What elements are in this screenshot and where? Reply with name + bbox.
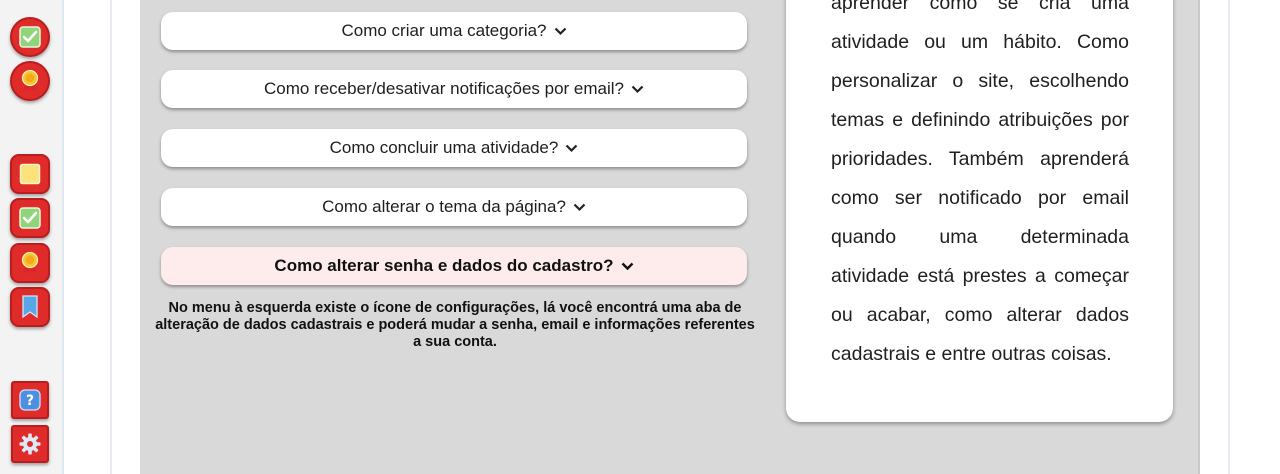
help-icon: ? xyxy=(19,389,41,411)
chevron-down-icon xyxy=(554,27,566,35)
faq-question: Como alterar o tema da página? xyxy=(322,197,566,216)
faq-answer: No menu à esquerda existe o ícone de con… xyxy=(155,300,755,350)
award-ribbon-icon xyxy=(21,69,39,92)
bookmark-icon xyxy=(22,295,38,319)
chevron-down-icon xyxy=(566,144,578,152)
faq-item-create-category[interactable]: Como criar uma categoria? xyxy=(161,12,747,50)
help-icon-glyph: ? xyxy=(26,393,34,409)
sidebar-help-button[interactable]: ? xyxy=(11,381,49,419)
page-margin-right xyxy=(1200,0,1230,474)
sidebar: ? xyxy=(0,0,64,474)
sidebar-notes-button[interactable] xyxy=(10,154,50,194)
sidebar-completed-button[interactable] xyxy=(10,17,50,57)
sidebar-rewards-button[interactable] xyxy=(10,243,50,283)
chevron-down-icon xyxy=(573,203,586,211)
chevron-down-icon xyxy=(621,262,633,270)
faq-item-complete-activity[interactable]: Como concluir uma atividade? xyxy=(161,129,747,167)
sidebar-settings-button[interactable] xyxy=(11,425,49,463)
faq-item-email-notifications[interactable]: Como receber/desativar notificações por … xyxy=(161,70,747,108)
faq-item-change-password[interactable]: Como alterar senha e dados do cadastro? xyxy=(161,247,747,285)
check-icon xyxy=(19,26,41,48)
faq-question: Como concluir uma atividade? xyxy=(329,138,559,157)
award-ribbon-icon xyxy=(21,251,39,274)
note-icon xyxy=(19,163,41,185)
info-card: aprender como se cria uma atividade ou u… xyxy=(786,0,1173,422)
faq-question: Como alterar senha e dados do cadastro? xyxy=(274,256,614,275)
sidebar-achievements-button[interactable] xyxy=(10,61,50,101)
chevron-down-icon xyxy=(631,85,644,93)
sidebar-bookmarks-button[interactable] xyxy=(10,287,50,327)
faq-item-change-theme[interactable]: Como alterar o tema da página? xyxy=(161,188,747,226)
faq-question: Como receber/desativar notificações por … xyxy=(263,79,624,98)
page-margin-left xyxy=(110,0,142,474)
gear-icon xyxy=(19,433,41,455)
info-card-text: aprender como se cria uma atividade ou u… xyxy=(831,0,1129,365)
faq-question: Como criar uma categoria? xyxy=(341,21,547,40)
sidebar-tasks-button[interactable] xyxy=(10,198,50,238)
check-icon xyxy=(19,207,41,229)
